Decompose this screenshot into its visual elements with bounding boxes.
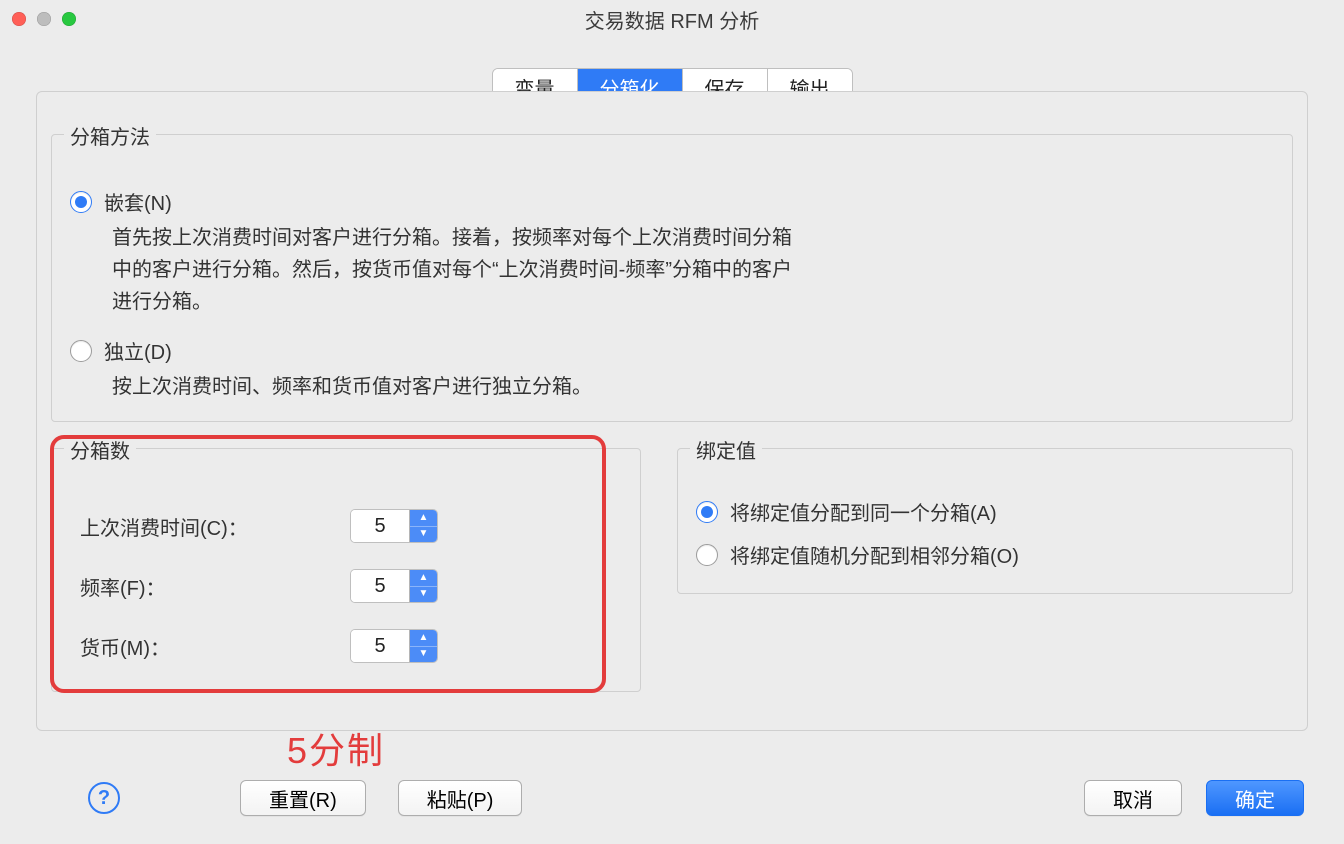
button-group-left: 重置(R) 粘贴(P) [240, 780, 522, 816]
group-ties-legend: 绑定值 [690, 435, 762, 464]
field-monetary: 货币(M)： ▲ ▼ [80, 629, 612, 663]
radio-row-nested[interactable]: 嵌套(N) [70, 187, 1274, 216]
button-group-right: 取消 确定 [1084, 780, 1304, 816]
stepper-recency-up[interactable]: ▲ [410, 510, 437, 526]
radio-independent-label: 独立(D) [104, 336, 172, 365]
minimize-window-button[interactable] [37, 12, 51, 26]
help-button[interactable]: ? [88, 782, 120, 814]
lower-row: 分箱数 上次消费时间(C)： ▲ ▼ 频率(F)： ▲ [51, 444, 1293, 692]
window-title: 交易数据 RFM 分析 [0, 5, 1344, 34]
label-frequency: 频率(F)： [80, 572, 350, 601]
radio-row-ties-random[interactable]: 将绑定值随机分配到相邻分箱(O) [696, 540, 1274, 569]
bottom-bar: ? 重置(R) 粘贴(P) 取消 确定 [0, 780, 1344, 816]
field-frequency: 频率(F)： ▲ ▼ [80, 569, 612, 603]
titlebar: 交易数据 RFM 分析 [0, 0, 1344, 38]
radio-nested-desc: 首先按上次消费时间对客户进行分箱。接着，按频率对每个上次消费时间分箱中的客户进行… [112, 222, 792, 318]
label-monetary: 货币(M)： [80, 632, 350, 661]
main-panel: 分箱方法 嵌套(N) 首先按上次消费时间对客户进行分箱。接着，按频率对每个上次消… [36, 91, 1308, 731]
traffic-lights [12, 12, 76, 26]
radio-row-independent[interactable]: 独立(D) [70, 336, 1274, 365]
field-recency: 上次消费时间(C)： ▲ ▼ [80, 509, 612, 543]
radio-row-ties-same[interactable]: 将绑定值分配到同一个分箱(A) [696, 497, 1274, 526]
group-binning-method-legend: 分箱方法 [64, 121, 156, 150]
stepper-monetary[interactable]: ▲ ▼ [350, 629, 438, 663]
radio-independent-desc: 按上次消费时间、频率和货币值对客户进行独立分箱。 [112, 371, 792, 403]
radio-nested[interactable] [70, 191, 92, 213]
stepper-frequency-up[interactable]: ▲ [410, 570, 437, 586]
radio-nested-label: 嵌套(N) [104, 187, 172, 216]
group-binning-method: 分箱方法 嵌套(N) 首先按上次消费时间对客户进行分箱。接着，按频率对每个上次消… [51, 134, 1293, 422]
stepper-frequency-buttons: ▲ ▼ [409, 570, 437, 602]
radio-ties-random[interactable] [696, 544, 718, 566]
stepper-monetary-buttons: ▲ ▼ [409, 630, 437, 662]
group-ties: 绑定值 将绑定值分配到同一个分箱(A) 将绑定值随机分配到相邻分箱(O) [677, 448, 1293, 594]
stepper-recency-buttons: ▲ ▼ [409, 510, 437, 542]
group-bin-counts-legend: 分箱数 [64, 435, 136, 464]
stepper-monetary-up[interactable]: ▲ [410, 630, 437, 646]
stepper-frequency-down[interactable]: ▼ [410, 586, 437, 603]
ok-button[interactable]: 确定 [1206, 780, 1304, 816]
input-frequency[interactable] [351, 570, 409, 602]
radio-ties-same-label: 将绑定值分配到同一个分箱(A) [730, 497, 997, 526]
zoom-window-button[interactable] [62, 12, 76, 26]
radio-ties-random-label: 将绑定值随机分配到相邻分箱(O) [730, 540, 1019, 569]
reset-button[interactable]: 重置(R) [240, 780, 366, 816]
stepper-monetary-down[interactable]: ▼ [410, 646, 437, 663]
paste-button[interactable]: 粘贴(P) [398, 780, 523, 816]
stepper-recency-down[interactable]: ▼ [410, 526, 437, 543]
input-monetary[interactable] [351, 630, 409, 662]
cancel-button[interactable]: 取消 [1084, 780, 1182, 816]
annotation-5fz: 5分制 [287, 722, 385, 774]
group-bin-counts: 分箱数 上次消费时间(C)： ▲ ▼ 频率(F)： ▲ [51, 448, 641, 692]
close-window-button[interactable] [12, 12, 26, 26]
stepper-recency[interactable]: ▲ ▼ [350, 509, 438, 543]
input-recency[interactable] [351, 510, 409, 542]
radio-independent[interactable] [70, 340, 92, 362]
stepper-frequency[interactable]: ▲ ▼ [350, 569, 438, 603]
label-recency: 上次消费时间(C)： [80, 512, 350, 541]
radio-ties-same[interactable] [696, 501, 718, 523]
